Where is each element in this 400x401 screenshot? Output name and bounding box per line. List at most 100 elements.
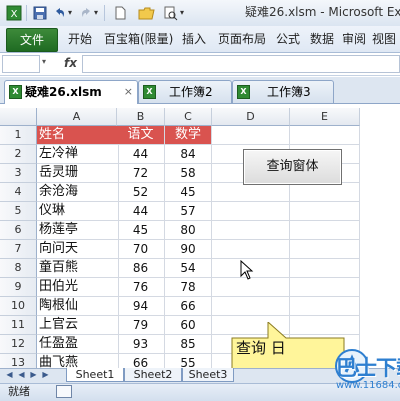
row-header[interactable]: 6 xyxy=(0,221,37,240)
table-cell[interactable]: 左冷禅 xyxy=(37,145,119,164)
tab-home[interactable]: 开始 xyxy=(68,31,92,47)
next-sheet-icon[interactable]: ▶ xyxy=(28,369,39,381)
row-header[interactable]: 4 xyxy=(0,183,37,202)
table-cell[interactable]: 杨莲亭 xyxy=(37,221,119,240)
tab-page-layout[interactable]: 页面布局 xyxy=(218,31,266,47)
column-header-e[interactable]: E xyxy=(290,108,360,126)
table-cell[interactable]: 童百熊 xyxy=(37,259,119,278)
table-cell[interactable] xyxy=(290,126,360,145)
table-cell[interactable]: 52 xyxy=(117,183,165,202)
row-header[interactable]: 12 xyxy=(0,335,37,354)
file-tab[interactable]: 文件 xyxy=(6,28,58,52)
name-box[interactable] xyxy=(2,55,40,73)
row-header[interactable]: 5 xyxy=(0,202,37,221)
row-header[interactable]: 1 xyxy=(0,126,37,145)
table-cell[interactable] xyxy=(290,202,360,221)
workbook-tab[interactable]: X 工作簿2 xyxy=(138,80,232,103)
macro-record-icon[interactable] xyxy=(56,385,72,398)
tab-insert[interactable]: 插入 xyxy=(182,31,206,47)
qat-customize-icon[interactable]: ▾ xyxy=(180,5,184,21)
table-cell[interactable]: 78 xyxy=(165,278,212,297)
column-header-a[interactable]: A xyxy=(37,108,117,126)
table-cell[interactable]: 72 xyxy=(117,164,165,183)
table-cell[interactable] xyxy=(290,259,360,278)
close-icon[interactable]: × xyxy=(124,81,133,103)
query-form-button[interactable]: 查询窗体 xyxy=(243,149,342,185)
table-cell[interactable] xyxy=(290,183,360,202)
table-cell[interactable]: 93 xyxy=(117,335,165,354)
tab-view[interactable]: 视图 xyxy=(372,31,396,47)
table-cell[interactable]: 45 xyxy=(117,221,165,240)
column-header-d[interactable]: D xyxy=(212,108,290,126)
table-cell[interactable] xyxy=(212,240,290,259)
table-cell[interactable]: 85 xyxy=(165,335,212,354)
table-cell[interactable]: 陶根仙 xyxy=(37,297,119,316)
table-cell[interactable]: 58 xyxy=(165,164,212,183)
table-cell[interactable]: 45 xyxy=(165,183,212,202)
table-cell[interactable]: 84 xyxy=(165,145,212,164)
prev-sheet-icon[interactable]: ◀ xyxy=(16,369,27,381)
table-cell[interactable] xyxy=(212,221,290,240)
table-cell[interactable] xyxy=(212,202,290,221)
table-cell[interactable]: 岳灵珊 xyxy=(37,164,119,183)
table-header-cell[interactable]: 数学 xyxy=(165,126,212,145)
sheet-tab-sheet2[interactable]: Sheet2 xyxy=(124,368,182,382)
table-cell[interactable]: 44 xyxy=(117,202,165,221)
save-icon[interactable] xyxy=(32,5,48,21)
table-cell[interactable] xyxy=(212,126,290,145)
row-header[interactable]: 3 xyxy=(0,164,37,183)
table-cell[interactable] xyxy=(212,183,290,202)
table-header-cell[interactable]: 语文 xyxy=(117,126,165,145)
table-cell[interactable]: 80 xyxy=(165,221,212,240)
open-folder-icon[interactable] xyxy=(138,5,156,21)
row-header[interactable]: 2 xyxy=(0,145,37,164)
select-all-corner[interactable] xyxy=(0,108,37,126)
table-cell[interactable] xyxy=(212,278,290,297)
workbook-tab[interactable]: X 工作簿3 xyxy=(232,80,334,103)
table-header-cell[interactable]: 姓名 xyxy=(37,126,119,145)
formula-input[interactable] xyxy=(82,55,400,73)
table-cell[interactable] xyxy=(290,221,360,240)
table-cell[interactable]: 余沧海 xyxy=(37,183,119,202)
name-box-dropdown-icon[interactable]: ▾ xyxy=(42,57,46,66)
table-cell[interactable]: 94 xyxy=(117,297,165,316)
sheet-tab-sheet3[interactable]: Sheet3 xyxy=(182,368,234,382)
row-header[interactable]: 8 xyxy=(0,259,37,278)
table-cell[interactable] xyxy=(212,297,290,316)
first-sheet-icon[interactable]: ◀ xyxy=(4,369,15,381)
table-cell[interactable]: 57 xyxy=(165,202,212,221)
row-header[interactable]: 11 xyxy=(0,316,37,335)
row-header[interactable]: 10 xyxy=(0,297,37,316)
table-cell[interactable]: 70 xyxy=(117,240,165,259)
new-document-icon[interactable] xyxy=(112,5,128,21)
tab-formulas[interactable]: 公式 xyxy=(276,31,300,47)
undo-dropdown-icon[interactable]: ▾ xyxy=(68,5,72,21)
last-sheet-icon[interactable]: ▶ xyxy=(40,369,51,381)
table-cell[interactable]: 90 xyxy=(165,240,212,259)
redo-icon[interactable] xyxy=(78,5,94,21)
table-cell[interactable] xyxy=(290,297,360,316)
table-cell[interactable]: 54 xyxy=(165,259,212,278)
table-cell[interactable]: 76 xyxy=(117,278,165,297)
table-cell[interactable]: 60 xyxy=(165,316,212,335)
print-preview-icon[interactable] xyxy=(162,5,178,21)
row-header[interactable]: 9 xyxy=(0,278,37,297)
sheet-tab-sheet1[interactable]: Sheet1 xyxy=(66,368,124,382)
undo-icon[interactable] xyxy=(52,5,68,21)
redo-dropdown-icon[interactable]: ▾ xyxy=(94,5,98,21)
table-cell[interactable]: 86 xyxy=(117,259,165,278)
tab-review[interactable]: 审阅 xyxy=(342,31,366,47)
table-cell[interactable]: 79 xyxy=(117,316,165,335)
excel-app-icon[interactable]: X xyxy=(6,5,22,21)
tab-data[interactable]: 数据 xyxy=(310,31,334,47)
column-header-c[interactable]: C xyxy=(165,108,212,126)
row-header[interactable]: 7 xyxy=(0,240,37,259)
tab-toolbox[interactable]: 百宝箱(限量) xyxy=(104,31,173,47)
table-cell[interactable]: 仪琳 xyxy=(37,202,119,221)
column-header-b[interactable]: B xyxy=(117,108,165,126)
table-cell[interactable]: 田伯光 xyxy=(37,278,119,297)
insert-function-icon[interactable]: fx xyxy=(64,55,77,71)
table-cell[interactable]: 上官云 xyxy=(37,316,119,335)
table-cell[interactable]: 66 xyxy=(165,297,212,316)
table-cell[interactable]: 44 xyxy=(117,145,165,164)
